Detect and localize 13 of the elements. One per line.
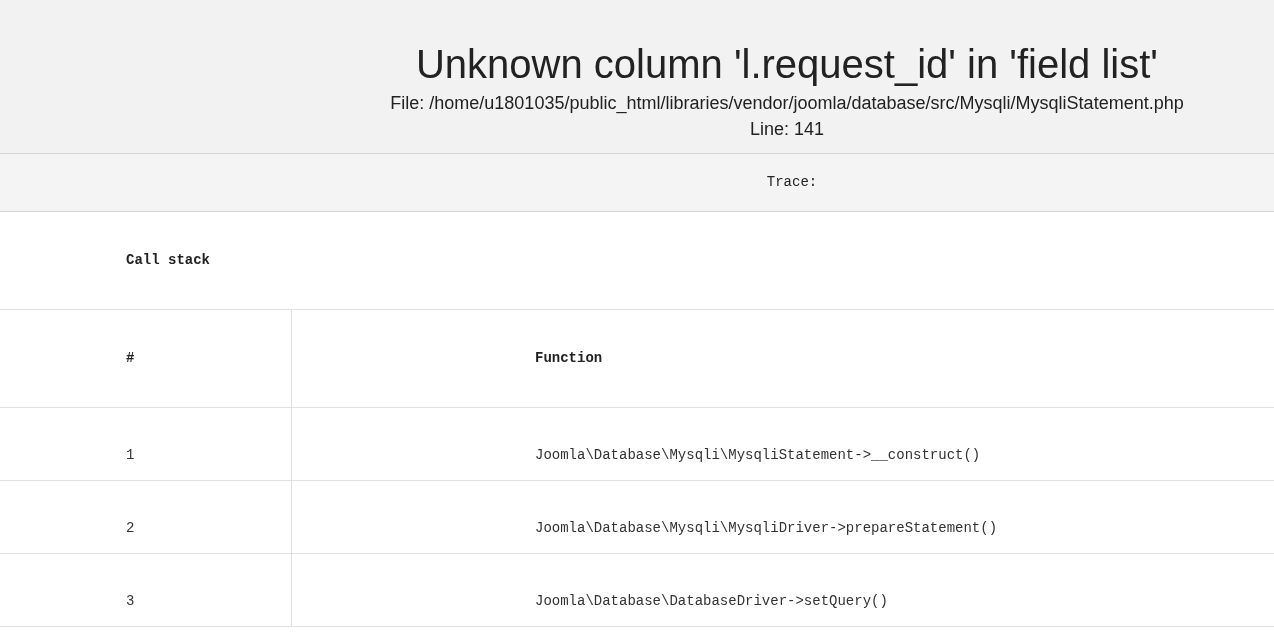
table-cell-text: 1 <box>126 446 135 465</box>
error-title: Unknown column 'l.request_id' in 'field list' <box>416 41 1158 88</box>
table-cell-text: Joomla\Database\Mysqli\MysqliDriver->prepareStatement() <box>535 519 998 538</box>
call-stack-caption: Call stack <box>126 251 210 270</box>
file-path: File: /home/u1801035/public_html/libraries/vendor/joomla/database/src/Mysqli/MysqliStatement.php <box>390 92 1184 116</box>
column-header: # <box>126 349 135 368</box>
table-cell-text: 2 <box>126 519 135 538</box>
line-number: Line: 141 <box>749 118 825 141</box>
column-header: Function <box>535 349 603 368</box>
trace-label: Trace: <box>766 173 818 192</box>
table-cell-text: Joomla\Database\Mysqli\MysqliStatement->__construct() <box>535 446 981 465</box>
table-cell-text: 3 <box>126 592 135 611</box>
table-cell-text: Joomla\Database\DatabaseDriver->setQuery() <box>535 592 888 611</box>
